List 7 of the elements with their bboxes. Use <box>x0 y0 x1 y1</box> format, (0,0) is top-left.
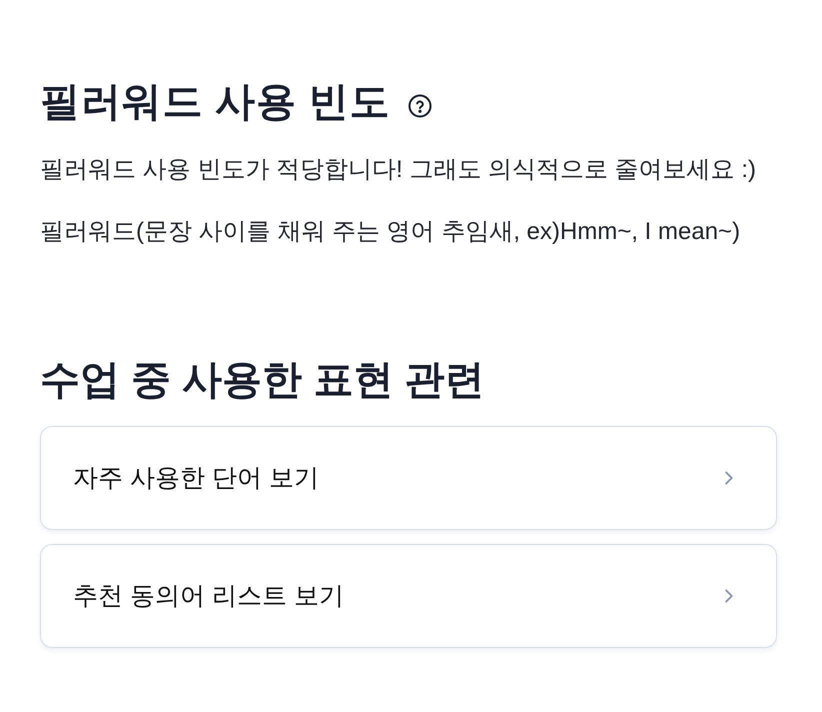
description-text: 필러워드(문장 사이를 채워 주는 영어 추임새, ex)Hmm~, I mean~) <box>40 217 742 247</box>
help-icon[interactable] <box>408 94 432 118</box>
list-link-card[interactable]: 자주 사용한 단어 보기 <box>40 426 777 530</box>
description-text: 필러워드 사용 빈도가 적당합니다! 그래도 의식적으로 줄여보세요 :) <box>40 155 758 185</box>
list-link-card[interactable]: 추천 동의어 리스트 보기 <box>40 544 777 648</box>
section-title: 수업 중 사용한 표현 관련 <box>40 357 486 404</box>
section-title: 필러워드 사용 빈도 <box>40 79 390 126</box>
